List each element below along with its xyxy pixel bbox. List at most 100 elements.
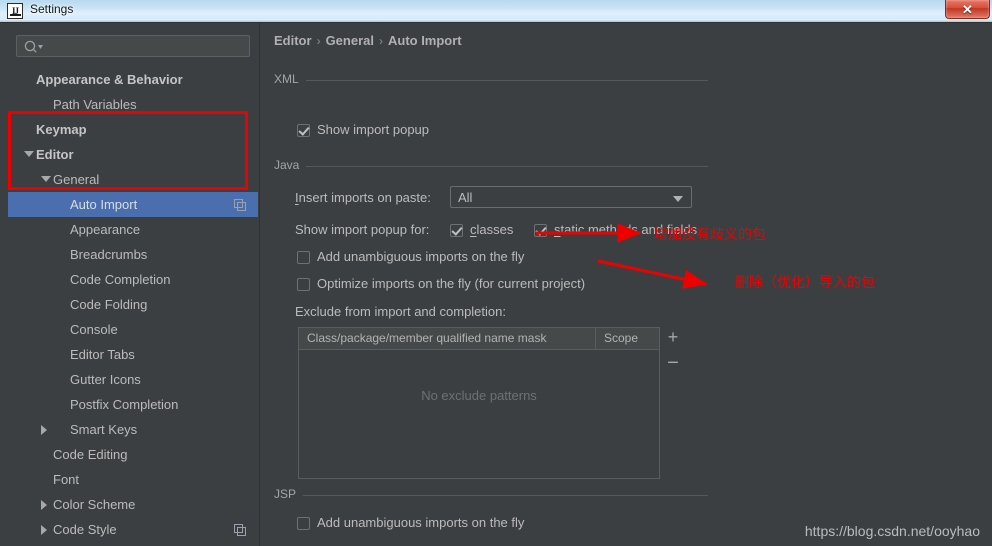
sidebar-item-auto-import[interactable]: Auto Import bbox=[8, 192, 258, 217]
sidebar-item-label: Code Completion bbox=[70, 272, 171, 287]
settings-dialog-window: IJ Settings ✕ Appearance & Behavior Path … bbox=[0, 0, 992, 546]
window-title: Settings bbox=[30, 2, 74, 16]
checkbox-add-unambiguous-imports-jsp[interactable]: Add unambiguous imports on the fly bbox=[297, 515, 524, 531]
copy-settings-icon[interactable] bbox=[234, 524, 246, 536]
checkbox-box bbox=[297, 517, 310, 530]
checkbox-box bbox=[297, 124, 310, 137]
sidebar-item-postfix-completion[interactable]: Postfix Completion bbox=[8, 392, 258, 417]
sidebar-item-appearance-behavior[interactable]: Appearance & Behavior bbox=[8, 67, 258, 92]
sidebar-item-code-completion[interactable]: Code Completion bbox=[8, 267, 258, 292]
table-column-header-scope[interactable]: Scope bbox=[604, 331, 638, 345]
close-icon: ✕ bbox=[962, 1, 973, 17]
chevron-down-icon[interactable] bbox=[24, 151, 34, 157]
settings-content-pane: Editor › General › Auto Import XML Show impo… bbox=[262, 23, 992, 546]
sidebar-item-breadcrumbs[interactable]: Breadcrumbs bbox=[8, 242, 258, 267]
checkbox-xml-show-import-popup[interactable]: Show import popup bbox=[297, 122, 429, 138]
window-titlebar: IJ Settings ✕ bbox=[0, 0, 992, 22]
checkbox-label: Add unambiguous imports on the fly bbox=[317, 515, 525, 530]
breadcrumb-editor[interactable]: Editor bbox=[274, 33, 312, 48]
sidebar-item-label: Code Style bbox=[53, 522, 117, 537]
sidebar-item-path-variables[interactable]: Path Variables bbox=[8, 92, 258, 117]
sidebar-item-code-editing[interactable]: Code Editing bbox=[8, 442, 258, 467]
breadcrumb: Editor › General › Auto Import bbox=[274, 33, 462, 48]
label-exclude-from-import-and-completion: Exclude from import and completion: bbox=[295, 304, 506, 319]
sidebar-item-label: Keymap bbox=[36, 122, 87, 137]
section-divider-java bbox=[274, 166, 708, 167]
chevron-down-icon[interactable] bbox=[41, 176, 51, 182]
chevron-right-icon[interactable] bbox=[41, 500, 47, 510]
search-icon bbox=[24, 40, 43, 53]
sidebar-item-label: Smart Keys bbox=[70, 422, 138, 437]
search-input[interactable] bbox=[16, 35, 250, 57]
sidebar-item-label: Editor bbox=[36, 147, 74, 162]
chevron-right-icon[interactable] bbox=[41, 525, 47, 535]
sidebar-item-keymap[interactable]: Keymap bbox=[8, 117, 258, 142]
label-insert-imports-on-paste: Insert imports on paste: bbox=[295, 190, 431, 205]
sidebar-item-font[interactable]: Font bbox=[8, 467, 258, 492]
table-empty-message: No exclude patterns bbox=[421, 388, 537, 403]
checkbox-box bbox=[297, 278, 310, 291]
sidebar-item-console[interactable]: Console bbox=[8, 317, 258, 342]
checkbox-add-unambiguous-imports-java[interactable]: Add unambiguous imports on the fly bbox=[297, 249, 524, 265]
sidebar-item-label: Code Editing bbox=[53, 447, 128, 462]
section-divider-jsp bbox=[274, 495, 708, 496]
copy-settings-icon[interactable] bbox=[234, 199, 246, 211]
section-header-jsp: JSP bbox=[274, 487, 708, 501]
table-column-header-name-mask[interactable]: Class/package/member qualified name mask bbox=[307, 331, 546, 345]
remove-pattern-button[interactable]: − bbox=[662, 353, 684, 375]
sidebar-item-smart-keys[interactable]: Smart Keys bbox=[8, 417, 258, 442]
watermark-text: https://blog.csdn.net/ooyhao bbox=[804, 523, 980, 539]
section-divider-xml bbox=[274, 80, 708, 81]
annotation-note-2: 删除（优化）导入的包 bbox=[735, 275, 875, 291]
close-button[interactable]: ✕ bbox=[945, 0, 990, 19]
sidebar-item-label: Breadcrumbs bbox=[70, 247, 148, 262]
sidebar-item-label: Appearance & Behavior bbox=[36, 72, 183, 87]
checkbox-box bbox=[534, 224, 547, 237]
section-label-xml: XML bbox=[274, 72, 306, 86]
checkbox-box bbox=[297, 251, 310, 264]
sidebar-item-editor[interactable]: Editor bbox=[8, 142, 258, 167]
label-show-import-popup-for: Show import popup for: bbox=[295, 222, 430, 237]
checkbox-label: Optimize imports on the fly (for current… bbox=[317, 276, 586, 291]
table-header-row: Class/package/member qualified name mask… bbox=[299, 328, 659, 350]
sidebar-item-label: Path Variables bbox=[53, 97, 137, 112]
chevron-down-icon bbox=[673, 196, 683, 202]
checkbox-optimize-imports-on-the-fly[interactable]: Optimize imports on the fly (for current… bbox=[297, 276, 585, 292]
exclude-patterns-table[interactable]: Class/package/member qualified name mask… bbox=[298, 327, 660, 479]
annotation-note-1: 增加没有歧义的包 bbox=[654, 227, 766, 243]
breadcrumb-separator-2: › bbox=[378, 34, 383, 48]
label-insert-imports-text: nsert imports on paste: bbox=[298, 190, 431, 205]
sidebar-scrollbar-track[interactable] bbox=[249, 67, 498, 546]
sidebar-item-label: Code Folding bbox=[70, 297, 148, 312]
sidebar-item-label: Auto Import bbox=[70, 197, 138, 212]
sidebar-item-code-style[interactable]: Code Style bbox=[8, 517, 258, 542]
chevron-right-icon[interactable] bbox=[41, 425, 47, 435]
section-header-java: Java bbox=[274, 158, 708, 172]
sidebar-item-appearance[interactable]: Appearance bbox=[8, 217, 258, 242]
sidebar-item-inspections[interactable]: Inspections bbox=[8, 542, 258, 546]
sidebar-item-label: Color Scheme bbox=[53, 497, 136, 512]
section-header-xml: XML bbox=[274, 72, 708, 86]
insert-imports-on-paste-select[interactable]: All bbox=[450, 186, 692, 208]
breadcrumb-separator-1: › bbox=[316, 34, 321, 48]
sidebar-item-editor-tabs[interactable]: Editor Tabs bbox=[8, 342, 258, 367]
breadcrumb-general[interactable]: General bbox=[326, 33, 374, 48]
sidebar-item-label: Font bbox=[53, 472, 80, 487]
panel-divider[interactable] bbox=[259, 23, 260, 546]
sidebar-item-code-folding[interactable]: Code Folding bbox=[8, 292, 258, 317]
checkbox-label: Add unambiguous imports on the fly bbox=[317, 249, 525, 264]
select-value: All bbox=[458, 190, 473, 205]
sidebar-item-color-scheme[interactable]: Color Scheme bbox=[8, 492, 258, 517]
settings-tree[interactable]: Appearance & Behavior Path Variables Keyma… bbox=[8, 67, 258, 546]
checkbox-label: Show import popup bbox=[317, 122, 430, 137]
sidebar-item-general[interactable]: General bbox=[8, 167, 258, 192]
sidebar-item-label: Console bbox=[70, 322, 118, 337]
table-column-divider[interactable] bbox=[595, 328, 596, 349]
checkbox-classes[interactable]: classes bbox=[450, 222, 513, 238]
section-label-jsp: JSP bbox=[274, 487, 304, 501]
sidebar-item-gutter-icons[interactable]: Gutter Icons bbox=[8, 367, 258, 392]
sidebar-item-label: Postfix Completion bbox=[70, 397, 179, 412]
add-pattern-button[interactable]: + bbox=[662, 327, 684, 349]
settings-sidebar: Appearance & Behavior Path Variables Keyma… bbox=[8, 23, 498, 546]
checkbox-box bbox=[450, 224, 463, 237]
